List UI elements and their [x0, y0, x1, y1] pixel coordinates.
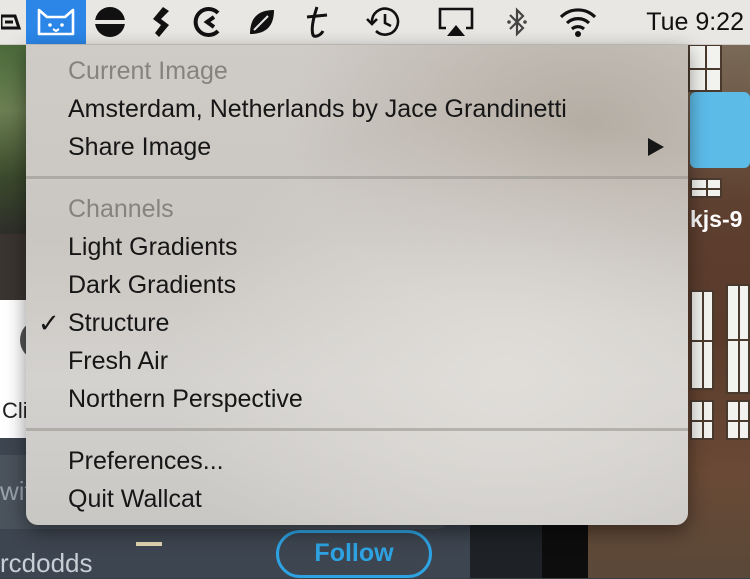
background-username: rcdodds	[0, 548, 93, 578]
menu-item-label: Share Image	[68, 133, 212, 161]
follow-button[interactable]: Follow	[276, 530, 432, 578]
background-decoration	[136, 542, 162, 546]
menu-item-channel-northern-perspective[interactable]: Northern Perspective	[26, 380, 688, 418]
menu-bar: Tue 9:22	[0, 0, 750, 45]
menu-item-label: Dark Gradients	[68, 271, 237, 299]
menu-header-current-image: Current Image	[26, 52, 688, 90]
trapezoid-icon[interactable]	[0, 0, 22, 44]
menu-item-channel-light-gradients[interactable]: Light Gradients	[26, 228, 688, 266]
submenu-arrow-icon	[648, 138, 664, 156]
menu-item-label: Fresh Air	[68, 347, 169, 375]
ball-icon[interactable]	[92, 0, 128, 44]
menu-separator	[26, 428, 688, 431]
menu-item-current-image-title[interactable]: Amsterdam, Netherlands by Jace Grandinet…	[26, 90, 688, 128]
leaf-icon[interactable]	[244, 0, 280, 44]
building-window	[726, 400, 750, 440]
wallcat-menu: Current Image Amsterdam, Netherlands by …	[26, 45, 688, 525]
menu-item-label: Quit Wallcat	[68, 485, 202, 513]
building-window	[726, 284, 750, 394]
cc-icon[interactable]	[190, 0, 226, 44]
menu-separator	[26, 176, 688, 179]
desktop-item-label: kjs-9	[690, 206, 743, 232]
building-window	[690, 290, 714, 390]
menu-item-channel-structure[interactable]: ✓ Structure	[26, 304, 688, 342]
dollar-icon[interactable]	[146, 0, 178, 44]
menu-header-label: Channels	[68, 195, 174, 223]
background-card-text: Cli	[2, 398, 28, 423]
wifi-icon[interactable]	[556, 0, 600, 44]
building-window	[690, 178, 722, 198]
desktop-folder-icon[interactable]	[690, 92, 750, 168]
airplay-icon[interactable]	[436, 0, 476, 44]
menu-item-share-image[interactable]: Share Image	[26, 128, 688, 166]
wallcat-icon[interactable]	[26, 0, 86, 44]
time-machine-icon[interactable]	[362, 0, 404, 44]
checkmark-icon: ✓	[38, 308, 60, 338]
menu-item-preferences[interactable]: Preferences...	[26, 442, 688, 480]
menu-bar-clock[interactable]: Tue 9:22	[646, 0, 744, 44]
t-icon[interactable]	[298, 0, 334, 44]
menu-item-label: Structure	[68, 309, 170, 337]
menu-item-label: Preferences...	[68, 447, 224, 475]
bluetooth-icon[interactable]	[502, 0, 532, 44]
menu-item-channel-dark-gradients[interactable]: Dark Gradients	[26, 266, 688, 304]
menu-item-quit[interactable]: Quit Wallcat	[26, 480, 688, 518]
menu-header-label: Current Image	[68, 57, 228, 85]
menu-item-label: Light Gradients	[68, 233, 238, 261]
menu-item-channel-fresh-air[interactable]: Fresh Air	[26, 342, 688, 380]
menu-item-label: Amsterdam, Netherlands by Jace Grandinet…	[68, 95, 567, 123]
building-window	[690, 400, 714, 440]
building-window	[688, 44, 722, 92]
menu-header-channels: Channels	[26, 190, 688, 228]
menu-item-label: Northern Perspective	[68, 385, 303, 413]
